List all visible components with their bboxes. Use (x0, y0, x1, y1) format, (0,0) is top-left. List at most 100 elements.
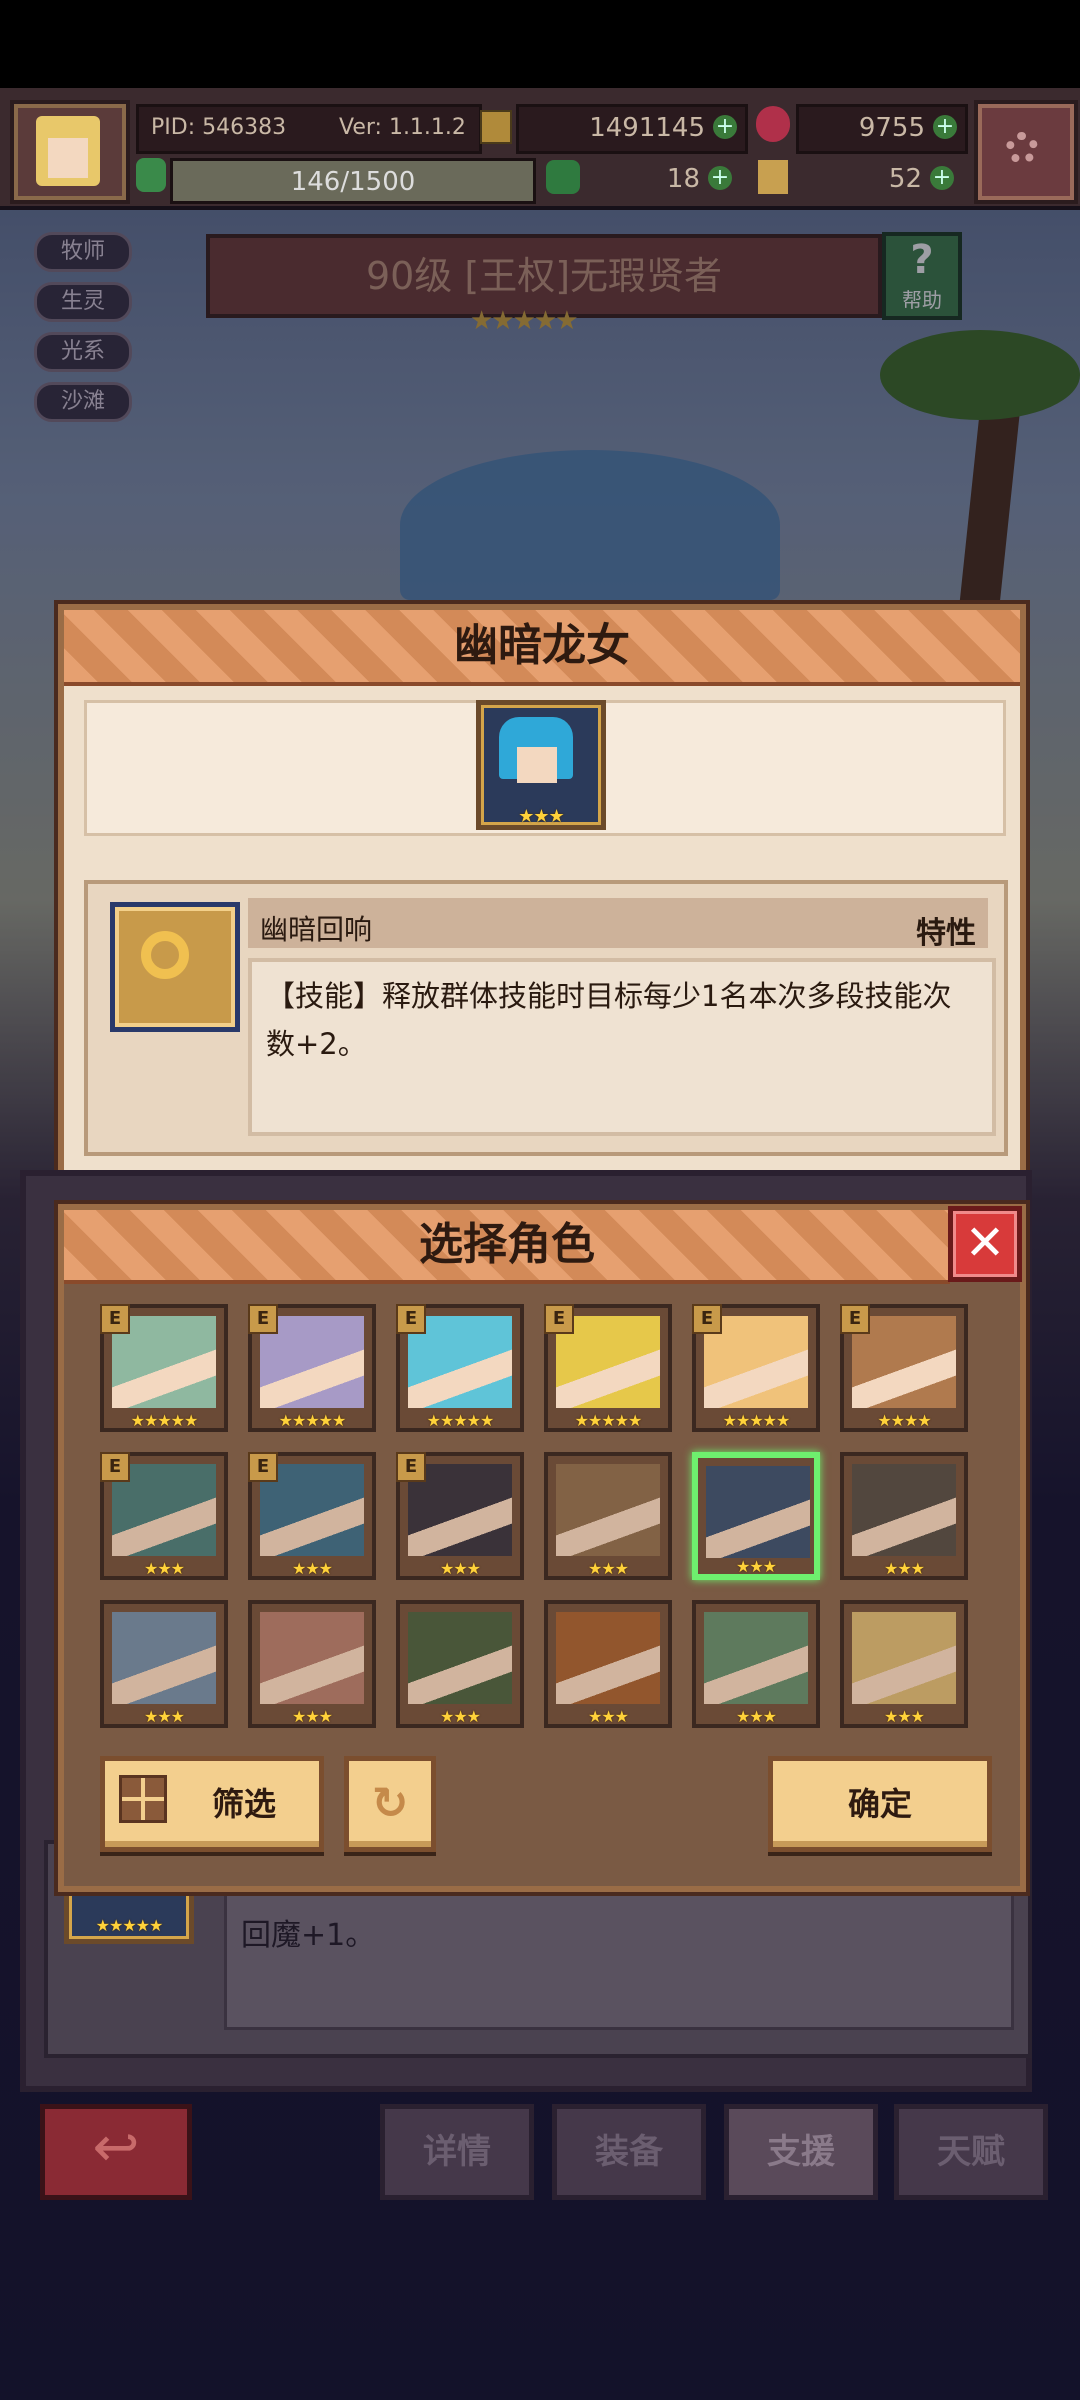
skill-tag: 特性 (916, 916, 976, 951)
skill-description: 【技能】释放群体技能时目标每少1名本次多段技能次数+2。 (248, 958, 996, 1136)
character-stars: ★★★★★ (722, 1411, 791, 1430)
gold-amount: 1491145 (589, 113, 705, 143)
trait-dialog: 幽暗龙女 ★★★ 幽暗回响 特性 【技能】释放群体技能时目标每少1名本次多段技能… (58, 604, 1026, 1182)
roster-character-slot[interactable]: ★★★ (396, 1600, 524, 1728)
roster-character-slot[interactable]: ★★★★★ E (692, 1304, 820, 1432)
player-avatar[interactable] (10, 100, 130, 204)
roster-character-slot[interactable]: ★★★ (692, 1452, 820, 1580)
e-badge: E (692, 1304, 722, 1334)
nav-support[interactable]: 支援 (724, 2104, 878, 2200)
pid-version-row: PID: 546383 Ver: 1.1.1.2 (136, 104, 482, 154)
stamina-bar: 146/1500 (170, 158, 536, 204)
roster-character-slot[interactable]: ★★★ (100, 1600, 228, 1728)
settings-button[interactable] (974, 100, 1078, 204)
stamina-text: 146/1500 (290, 167, 416, 197)
e-badge: E (100, 1452, 130, 1482)
select-character-dialog: 选择角色 ★★★★★ E ★★★★★ E ★★★★★ E ★★★★★ E ★★★★★ E ★★★★ E… (58, 1204, 1026, 1892)
character-portrait (704, 1612, 808, 1704)
character-portrait (556, 1612, 660, 1704)
character-stars: ★★★ (291, 1707, 333, 1726)
character-stars: ★★★★ (877, 1411, 931, 1430)
character-stars: ★★★ (143, 1559, 185, 1578)
back-arrow-icon: ↩ (92, 2115, 140, 2180)
version-text: Ver: 1.1.1.2 (339, 115, 466, 140)
e-badge: E (396, 1304, 426, 1334)
refresh-button[interactable]: ↻ (344, 1756, 436, 1852)
roster-character-slot[interactable]: ★★★★★ E (100, 1304, 228, 1432)
gold-row: 1491145 + (516, 104, 748, 154)
nav-equip[interactable]: 装备 (552, 2104, 706, 2200)
roster-character-slot[interactable]: ★★★ (840, 1452, 968, 1580)
gear-icon (1006, 132, 1038, 164)
boots-row: 52 + (796, 158, 962, 198)
roster-character-slot[interactable]: ★★★ (544, 1452, 672, 1580)
character-portrait (260, 1612, 364, 1704)
character-stars: ★★★ (143, 1707, 185, 1726)
back-button[interactable]: ↩ (40, 2104, 192, 2200)
clover-add-icon[interactable]: + (708, 166, 732, 190)
trait-portrait: ★★★ (476, 700, 606, 830)
skill-box: 幽暗回响 特性 【技能】释放群体技能时目标每少1名本次多段技能次数+2。 (84, 880, 1008, 1156)
gem-row: 9755 + (796, 104, 968, 154)
bg-skill-stars: ★★★★★ (95, 1916, 164, 1935)
clover-row: 18 + (590, 158, 740, 198)
character-stars: ★★★ (291, 1559, 333, 1578)
boots-amount: 52 (888, 164, 922, 194)
nav-details[interactable]: 详情 (380, 2104, 534, 2200)
skill-icon-frame (110, 902, 240, 1032)
boot-icon (758, 160, 788, 194)
e-badge: E (544, 1304, 574, 1334)
gem-amount: 9755 (858, 113, 925, 143)
roster-character-slot[interactable]: ★★★ (840, 1600, 968, 1728)
roster-character-slot[interactable]: ★★★ E (248, 1452, 376, 1580)
roster-character-slot[interactable]: ★★★★★ E (396, 1304, 524, 1432)
coin-icon (480, 110, 512, 144)
character-stars: ★★★ (587, 1559, 629, 1578)
character-stars: ★★★ (439, 1707, 481, 1726)
skill-header: 幽暗回响 特性 (248, 898, 988, 951)
filter-label: 筛选 (211, 1785, 276, 1823)
boots-add-icon[interactable]: + (930, 166, 954, 190)
e-badge: E (100, 1304, 130, 1334)
character-stars: ★★★ (735, 1707, 777, 1726)
close-button[interactable]: ✕ (948, 1206, 1022, 1282)
roster-character-slot[interactable]: ★★★ (544, 1600, 672, 1728)
portrait-face (517, 747, 557, 783)
character-stars: ★★★★★ (130, 1411, 199, 1430)
character-portrait (556, 1464, 660, 1556)
character-portrait (408, 1612, 512, 1704)
clover-amount: 18 (666, 164, 700, 194)
character-stars: ★★★ (735, 1557, 777, 1576)
e-badge: E (248, 1452, 278, 1482)
close-icon: ✕ (964, 1215, 1006, 1271)
confirm-button[interactable]: 确定 (768, 1756, 992, 1852)
character-portrait (852, 1612, 956, 1704)
character-stars: ★★★★★ (574, 1411, 643, 1430)
filter-button[interactable]: 筛选 (100, 1756, 324, 1852)
e-badge: E (248, 1304, 278, 1334)
character-stars: ★★★★★ (426, 1411, 495, 1430)
character-portrait (706, 1466, 810, 1558)
stamina-icon (136, 158, 166, 192)
roster-character-slot[interactable]: ★★★ (248, 1600, 376, 1728)
portrait-stars: ★★★ (518, 806, 564, 827)
roster-character-slot[interactable]: ★★★★★ E (248, 1304, 376, 1432)
gold-add-icon[interactable]: + (713, 115, 737, 139)
character-portrait (852, 1464, 956, 1556)
roster-character-slot[interactable]: ★★★ (692, 1600, 820, 1728)
roster-character-slot[interactable]: ★★★ E (100, 1452, 228, 1580)
grid-icon (119, 1775, 167, 1823)
character-stars: ★★★ (587, 1707, 629, 1726)
nav-talent[interactable]: 天赋 (894, 2104, 1048, 2200)
character-stars: ★★★ (439, 1559, 481, 1578)
ruby-icon (756, 106, 790, 142)
trait-dialog-title: 幽暗龙女 (64, 610, 1020, 686)
roster-character-slot[interactable]: ★★★★★ E (544, 1304, 672, 1432)
gem-add-icon[interactable]: + (933, 115, 957, 139)
roster-character-slot[interactable]: ★★★ E (396, 1452, 524, 1580)
roster-character-slot[interactable]: ★★★★ E (840, 1304, 968, 1432)
character-portrait (112, 1612, 216, 1704)
character-stars: ★★★ (883, 1707, 925, 1726)
skill-name: 幽暗回响 (260, 913, 373, 946)
pid-text: PID: 546383 (151, 115, 287, 140)
